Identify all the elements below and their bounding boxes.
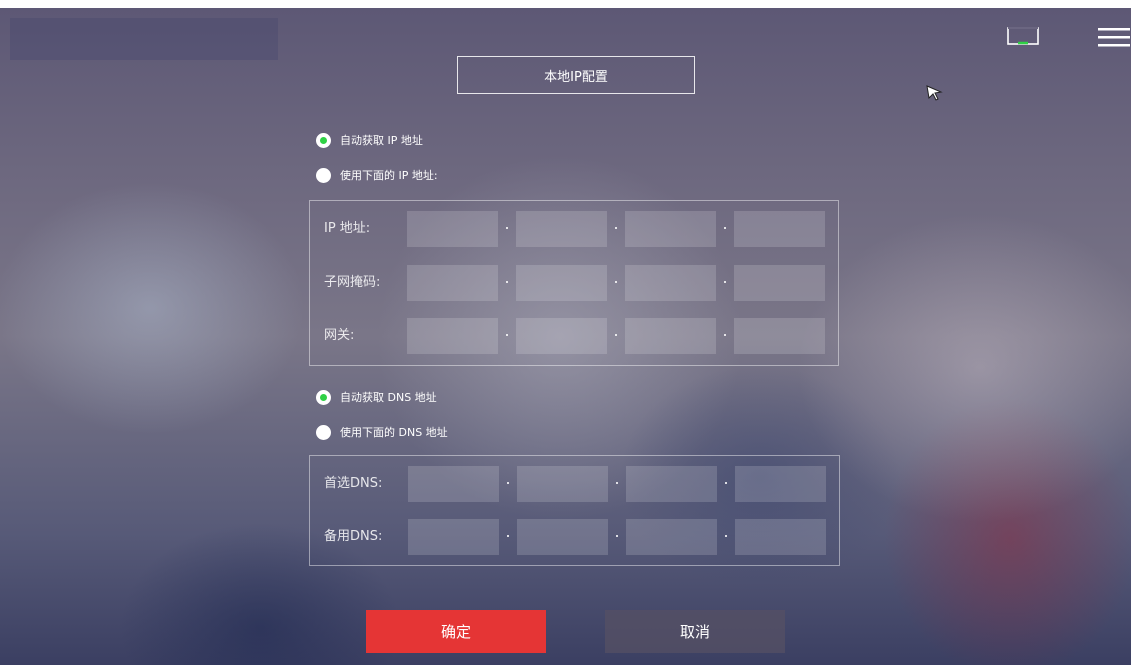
subnet-octet-4-input[interactable] [734,265,825,301]
dot-separator [616,482,618,484]
ip-octet-1-input[interactable] [407,211,498,247]
preferred-dns-octet-4-input[interactable] [735,466,826,502]
radio-manual-dns-label: 使用下面的 DNS 地址 [340,426,448,439]
ip-address-label: IP 地址: [324,221,371,236]
preferred-dns-octet-1-input[interactable] [408,466,499,502]
ip-address-row: IP 地址: [310,211,838,247]
dns-fields-group: 首选DNS: 备用DNS: [309,455,840,566]
radio-auto-dns-label: 自动获取 DNS 地址 [340,391,437,404]
dot-separator [725,482,727,484]
gateway-octet-2-input[interactable] [516,318,607,354]
gateway-octet-3-input[interactable] [625,318,716,354]
ip-octet-3-input[interactable] [625,211,716,247]
page-title: 本地IP配置 [457,56,695,94]
alternate-dns-label: 备用DNS: [324,529,383,544]
gateway-row: 网关: [310,318,838,354]
dot-separator [506,227,508,229]
radio-selected-icon [316,132,331,148]
menu-icon[interactable] [1098,27,1130,49]
dot-separator [724,227,726,229]
gateway-label: 网关: [324,328,355,343]
dot-separator [507,482,509,484]
subnet-mask-label: 子网掩码: [324,275,381,290]
ip-fields-group: IP 地址: 子网掩码: 网关: [309,200,839,366]
ip-octet-4-input[interactable] [734,211,825,247]
dot-separator [506,281,508,283]
radio-manual-ip-label: 使用下面的 IP 地址: [340,169,438,182]
radio-unselected-icon [316,167,331,183]
dot-separator [616,535,618,537]
radio-manual-ip[interactable]: 使用下面的 IP 地址: [316,167,438,183]
dot-separator [507,535,509,537]
preferred-dns-octet-3-input[interactable] [626,466,717,502]
subnet-octet-1-input[interactable] [407,265,498,301]
preferred-dns-row: 首选DNS: [310,466,839,502]
gateway-octet-4-input[interactable] [734,318,825,354]
screen-background: 本地IP配置 自动获取 IP 地址 使用下面的 IP 地址: IP 地址: 子网… [0,8,1131,665]
preferred-dns-label: 首选DNS: [324,476,383,491]
radio-selected-icon [316,389,331,405]
alternate-dns-octet-3-input[interactable] [626,519,717,555]
cursor-icon [926,85,943,101]
radio-auto-ip-label: 自动获取 IP 地址 [340,134,423,147]
dot-separator [506,334,508,336]
preferred-dns-octet-2-input[interactable] [517,466,608,502]
radio-auto-dns[interactable]: 自动获取 DNS 地址 [316,389,437,405]
subnet-octet-2-input[interactable] [516,265,607,301]
radio-unselected-icon [316,424,331,440]
monitor-icon[interactable] [1007,27,1039,47]
dot-separator [724,334,726,336]
cancel-button[interactable]: 取消 [605,610,785,653]
ip-octet-2-input[interactable] [516,211,607,247]
gateway-octet-1-input[interactable] [407,318,498,354]
dot-separator [615,281,617,283]
confirm-button[interactable]: 确定 [366,610,546,653]
radio-manual-dns[interactable]: 使用下面的 DNS 地址 [316,424,448,440]
dot-separator [615,227,617,229]
top-left-strip [10,18,278,60]
alternate-dns-octet-4-input[interactable] [735,519,826,555]
alternate-dns-octet-1-input[interactable] [408,519,499,555]
subnet-mask-row: 子网掩码: [310,265,838,301]
alternate-dns-row: 备用DNS: [310,519,839,555]
radio-auto-ip[interactable]: 自动获取 IP 地址 [316,132,423,148]
dot-separator [725,535,727,537]
alternate-dns-octet-2-input[interactable] [517,519,608,555]
dot-separator [615,334,617,336]
subnet-octet-3-input[interactable] [625,265,716,301]
dot-separator [724,281,726,283]
